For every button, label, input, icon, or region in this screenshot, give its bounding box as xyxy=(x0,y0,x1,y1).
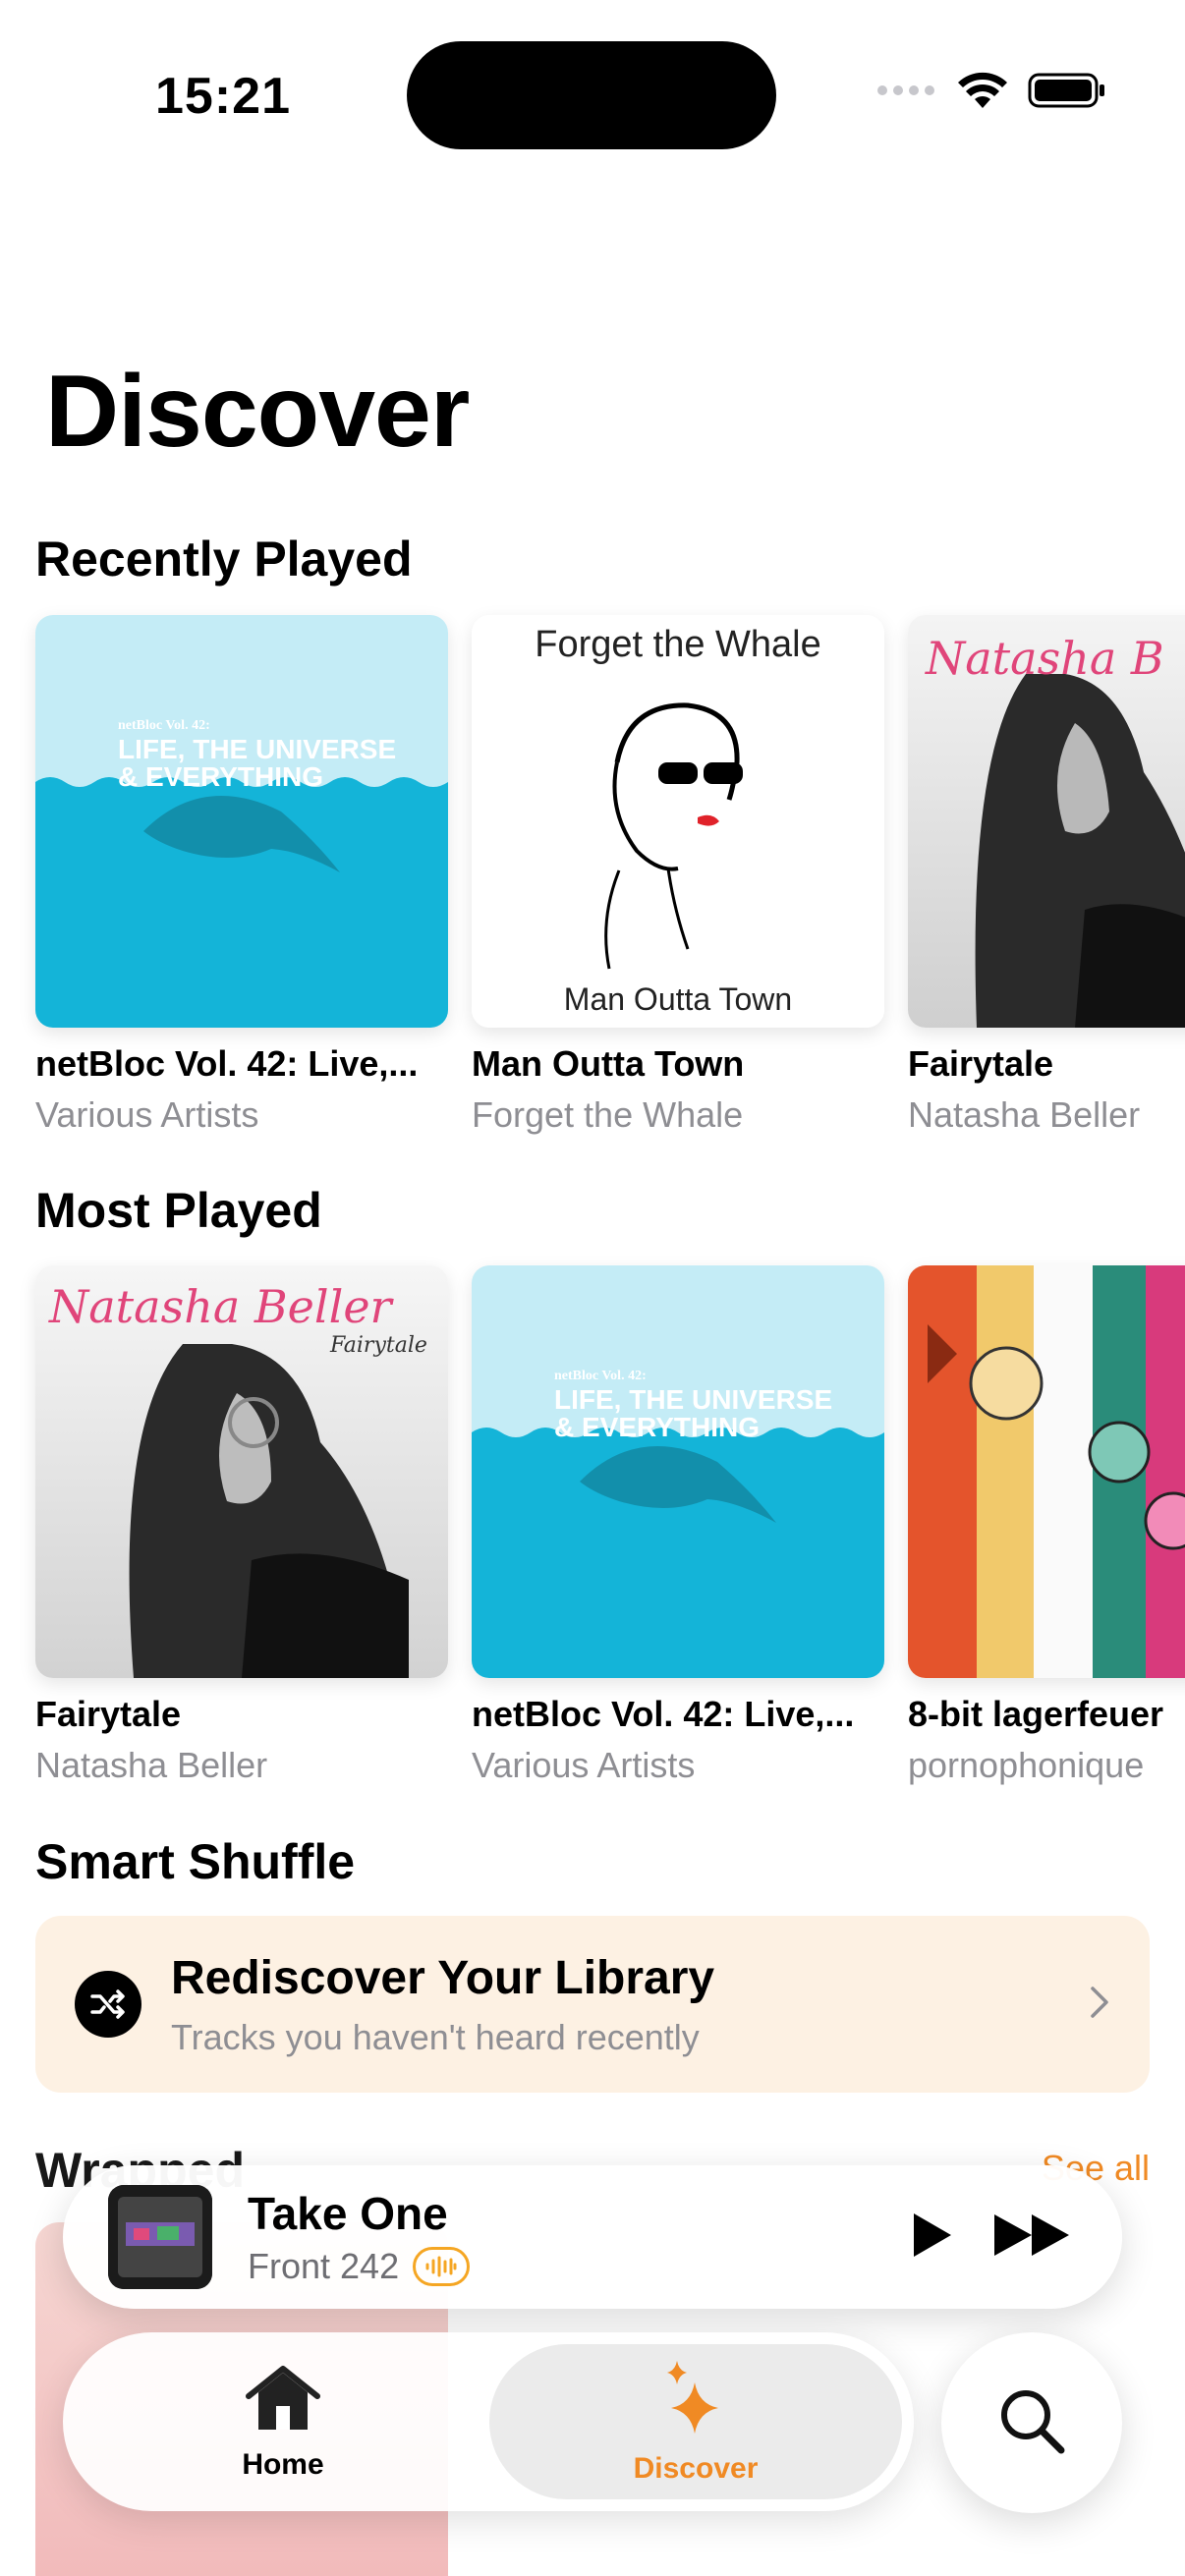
now-playing-artist: Front 242 xyxy=(248,2246,400,2286)
tab-discover[interactable]: Discover xyxy=(489,2344,902,2499)
battery-icon xyxy=(1028,71,1106,115)
smart-shuffle-card[interactable]: Rediscover Your Library Tracks you haven… xyxy=(35,1916,1150,2093)
svg-text:Natasha B: Natasha B xyxy=(925,632,1164,685)
svg-text:Fairytale: Fairytale xyxy=(329,1333,427,1358)
tab-label: Home xyxy=(242,2447,324,2481)
mini-player[interactable]: Take One Front 242 xyxy=(63,2165,1122,2309)
album-art-fairytale: Natasha B xyxy=(908,615,1185,1028)
album-card[interactable]: 8-bit lagerfeuer pornophonique xyxy=(908,1265,1185,1786)
album-title: netBloc Vol. 42: Live,... xyxy=(472,1694,855,1734)
search-button[interactable] xyxy=(941,2332,1122,2513)
album-artist: Natasha Beller xyxy=(35,1745,268,1785)
status-time: 15:21 xyxy=(155,68,291,125)
smart-shuffle-title: Rediscover Your Library xyxy=(171,1951,715,2004)
svg-text:netBloc Vol. 42:: netBloc Vol. 42: xyxy=(554,1369,647,1383)
signal-icon xyxy=(876,84,937,102)
album-title: Fairytale xyxy=(908,1043,1054,1084)
search-icon xyxy=(996,2385,1067,2461)
album-artist: Forget the Whale xyxy=(472,1094,744,1135)
svg-text:& EVERYTHING: & EVERYTHING xyxy=(554,1412,760,1442)
album-title: Fairytale xyxy=(35,1694,182,1734)
svg-text:Forget the Whale: Forget the Whale xyxy=(535,624,820,665)
dynamic-island xyxy=(407,41,776,149)
album-title: netBloc Vol. 42: Live,... xyxy=(35,1043,419,1084)
album-card[interactable]: Natasha B Fairytale Natasha Beller xyxy=(908,615,1185,1136)
svg-text:Natasha Beller: Natasha Beller xyxy=(48,1280,395,1333)
svg-text:& EVERYTHING: & EVERYTHING xyxy=(118,761,323,792)
album-card[interactable]: Forget the Whale Man Outta Town Man Outt… xyxy=(472,615,884,1136)
screen: 15:21 Discover Recently Played netBloc V… xyxy=(0,0,1185,2576)
svg-text:LIFE, THE UNIVERSE: LIFE, THE UNIVERSE xyxy=(554,1384,832,1415)
now-playing-artwork xyxy=(108,2185,212,2289)
forward-icon[interactable] xyxy=(992,2211,1073,2265)
tab-bar: Home Discover xyxy=(63,2332,914,2511)
house-icon xyxy=(243,2363,323,2438)
page-title: Discover xyxy=(45,355,470,469)
album-card[interactable]: netBloc Vol. 42: LIFE, THE UNIVERSE & EV… xyxy=(472,1265,884,1786)
chevron-right-icon xyxy=(1089,1985,1110,2025)
album-artist: pornophonique xyxy=(908,1745,1145,1785)
album-art-fairytale: Natasha Beller Fairytale xyxy=(35,1265,448,1678)
svg-text:LIFE, THE UNIVERSE: LIFE, THE UNIVERSE xyxy=(118,734,396,764)
svg-text:Man Outta Town: Man Outta Town xyxy=(564,981,792,1017)
svg-text:netBloc Vol. 42:: netBloc Vol. 42: xyxy=(118,718,210,733)
tab-label: Discover xyxy=(633,2451,759,2485)
album-artist: Various Artists xyxy=(35,1094,259,1135)
album-card[interactable]: Natasha Beller Fairytale Fairytale Natas… xyxy=(35,1265,448,1786)
album-card[interactable]: netBloc Vol. 42: LIFE, THE UNIVERSE & EV… xyxy=(35,615,448,1136)
album-art-man-outta-town: Forget the Whale Man Outta Town xyxy=(472,615,884,1028)
status-icons xyxy=(876,71,1106,115)
album-title: 8-bit lagerfeuer xyxy=(908,1694,1164,1734)
play-icon[interactable] xyxy=(910,2211,953,2265)
most-played-heading: Most Played xyxy=(35,1183,322,1238)
smart-shuffle-subtitle: Tracks you haven't heard recently xyxy=(171,2016,700,2057)
most-played-row[interactable]: Natasha Beller Fairytale Fairytale Natas… xyxy=(35,1265,1185,1786)
album-artist: Natasha Beller xyxy=(908,1094,1141,1135)
tab-home[interactable]: Home xyxy=(77,2344,489,2499)
wifi-icon xyxy=(957,71,1008,115)
album-title: Man Outta Town xyxy=(472,1043,745,1084)
album-art-netbloc: netBloc Vol. 42: LIFE, THE UNIVERSE & EV… xyxy=(35,615,448,1028)
sparkles-icon xyxy=(659,2359,732,2442)
waveform-icon xyxy=(413,2247,471,2286)
smart-shuffle-heading: Smart Shuffle xyxy=(35,1834,356,1889)
album-artist: Various Artists xyxy=(472,1745,696,1785)
album-art-8bit-lagerfeuer xyxy=(908,1265,1185,1678)
shuffle-icon xyxy=(75,1971,141,2038)
recently-played-row[interactable]: netBloc Vol. 42: LIFE, THE UNIVERSE & EV… xyxy=(35,615,1185,1136)
now-playing-title: Take One xyxy=(248,2188,448,2239)
recently-played-heading: Recently Played xyxy=(35,532,413,587)
album-art-netbloc: netBloc Vol. 42: LIFE, THE UNIVERSE & EV… xyxy=(472,1265,884,1678)
